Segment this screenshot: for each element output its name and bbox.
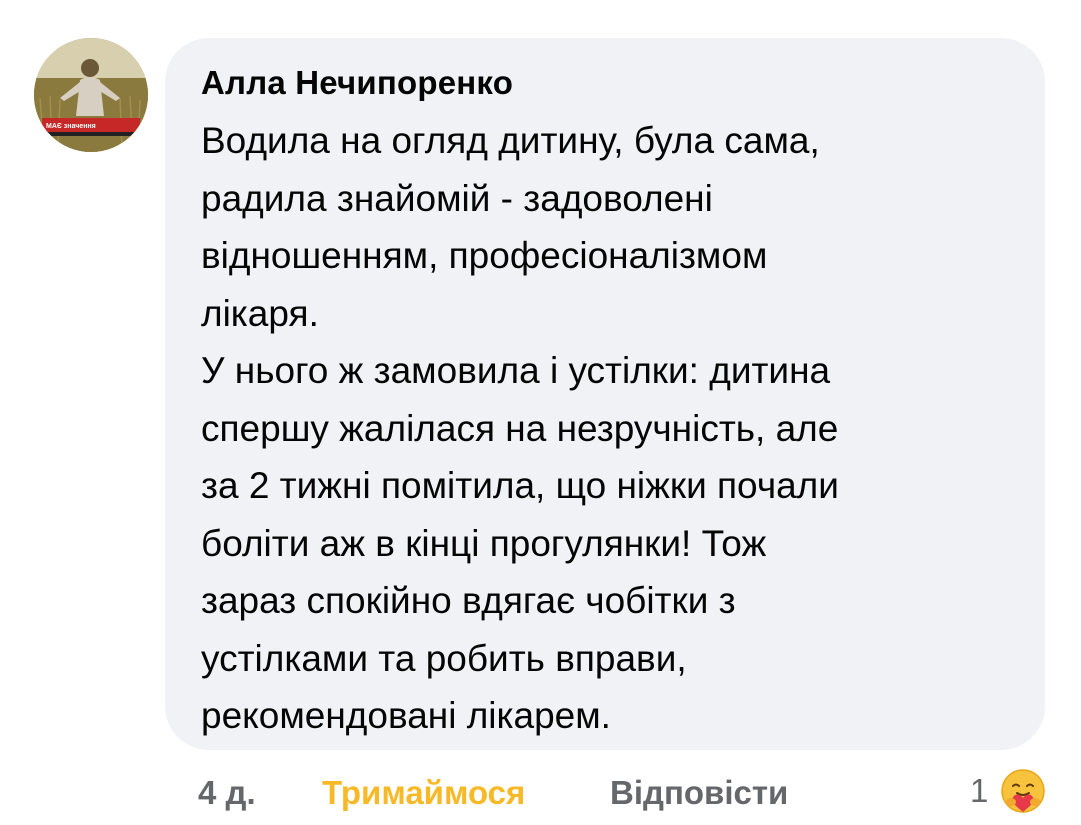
comment-timestamp[interactable]: 4 д. [198, 774, 256, 812]
comment-author-name[interactable]: Алла Нечипоренко [201, 64, 513, 102]
care-emoji-icon[interactable] [1000, 768, 1046, 814]
reaction-count[interactable]: 1 [970, 772, 988, 810]
comment-bubble: Алла Нечипоренко Водила на огляд дитину,… [165, 38, 1045, 750]
comment-text: Водила на огляд дитину, була сама, радил… [201, 120, 839, 736]
reply-button[interactable]: Відповісти [610, 774, 788, 812]
avatar-photo: МАЄ значення [34, 38, 148, 152]
avatar-logo-text: МАЄ значення [46, 123, 96, 130]
reaction-button[interactable]: Тримаймося [322, 774, 525, 812]
author-avatar[interactable]: МАЄ значення [34, 38, 148, 152]
comment-actions: 4 д. Тримаймося Відповісти 1 [0, 768, 1081, 818]
